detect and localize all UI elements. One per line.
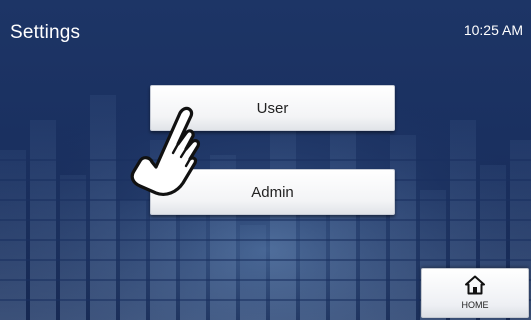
- settings-screen: Settings 10:25 AM User Admin HOME: [0, 0, 531, 320]
- home-button-label: HOME: [461, 300, 489, 310]
- user-button-label: User: [256, 99, 289, 117]
- home-icon: [465, 275, 485, 295]
- home-button[interactable]: HOME: [421, 268, 529, 318]
- clock-display: 10:25 AM: [463, 22, 523, 38]
- page-title: Settings: [10, 22, 81, 43]
- admin-button-label: Admin: [251, 183, 294, 201]
- hand-pointer-icon: [130, 106, 201, 196]
